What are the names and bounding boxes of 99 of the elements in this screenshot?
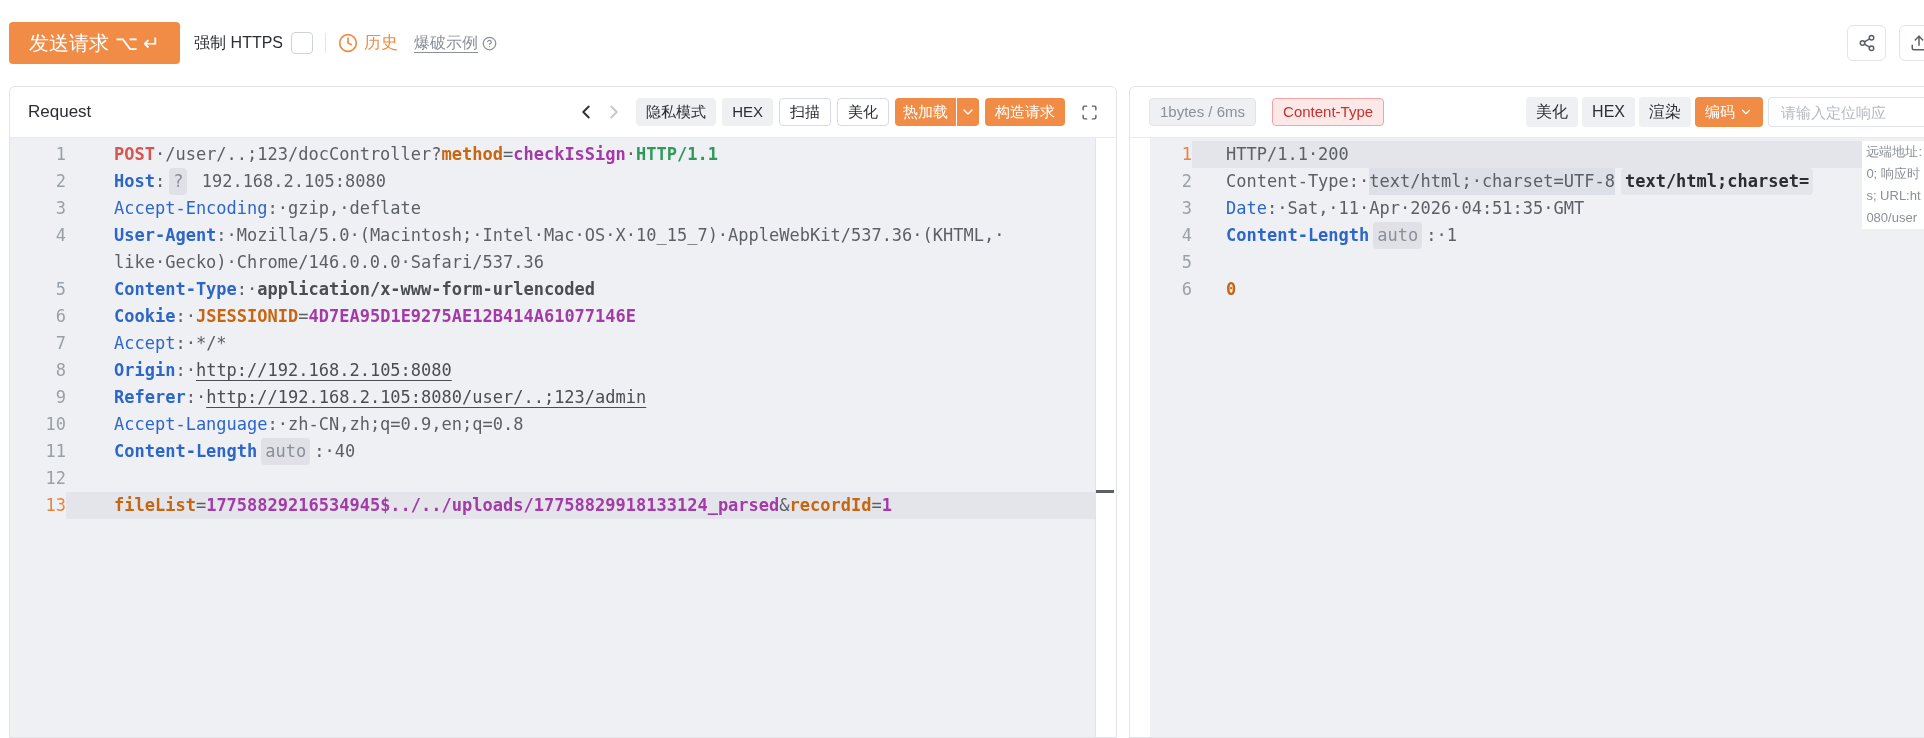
code-text: :· (185, 386, 207, 409)
content-type-tag[interactable]: Content-Type (1272, 98, 1385, 126)
info-text: 080/user (1866, 209, 1918, 227)
share-button[interactable] (1847, 25, 1886, 61)
scroll-position-marker (1096, 490, 1114, 493)
header-name: Date (1226, 197, 1267, 220)
code-text: :·gzip,·deflate (267, 197, 422, 220)
line-number: 2 (54, 170, 66, 193)
code-text: Content-Type:· (1226, 170, 1370, 193)
line-number: 13 (44, 494, 66, 517)
header-name: Cookie (114, 305, 176, 328)
clock-icon (338, 33, 358, 53)
line-number: 11 (44, 440, 66, 463)
header-value: application/x-www-form-urlencoded (257, 278, 596, 301)
line-number: 3 (1180, 197, 1192, 220)
code-text: · (625, 143, 637, 166)
code-text: = (298, 305, 309, 328)
line-number: 6 (54, 305, 66, 328)
line-number: 9 (54, 386, 66, 409)
inline-hint: text/html;charset= (1620, 168, 1814, 195)
code-text: ·/user/..;123/docController? (154, 143, 442, 166)
param-value: 17758829216534945$../../uploads/17758829918133124_parsed (206, 494, 780, 517)
code-text: = (195, 494, 207, 517)
fullscreen-icon[interactable] (1081, 103, 1098, 121)
upload-icon (1909, 34, 1924, 52)
protocol-version: HTTP/1.1 (636, 143, 718, 166)
line-number: 1 (54, 143, 66, 166)
code-text: HTTP/1.1·200 (1226, 143, 1349, 166)
code-text: :· (236, 278, 258, 301)
line-number: 4 (54, 224, 66, 247)
help-icon[interactable] (482, 35, 497, 51)
code-text: :·Sat,·11·Apr·2026·04:51:35·GMT (1266, 197, 1585, 220)
code-text: :·1 (1426, 224, 1457, 247)
code-text: = (502, 143, 514, 166)
line-number: 5 (54, 278, 66, 301)
force-https-checkbox[interactable] (291, 32, 313, 54)
param-name: fileList (114, 494, 196, 517)
toolbar-button[interactable]: 渲染 (1639, 97, 1691, 127)
line-number: 6 (1180, 278, 1192, 301)
scrollbar-track[interactable] (1095, 138, 1116, 737)
url-link[interactable]: http://192.168.2.105:8080 (195, 357, 452, 384)
line-number: 7 (54, 332, 66, 355)
header-name: User-Agent (114, 224, 217, 247)
body-value: 0 (1226, 278, 1237, 301)
header-name: Referer (114, 386, 186, 409)
line-number: 10 (44, 413, 66, 436)
code-text: :·zh-CN,zh;q=0.9,en;q=0.8 (267, 413, 524, 436)
inline-hint: auto (261, 438, 311, 465)
inline-hint: ? (169, 168, 188, 195)
param-name: method (441, 143, 503, 166)
header-name: Content-Length (114, 440, 258, 463)
line-number: 5 (1180, 251, 1192, 274)
code-text: : (154, 170, 166, 193)
header-value: text/html;·charset=UTF-8 (1369, 168, 1615, 195)
toolbar-button[interactable]: 美化 (1526, 97, 1579, 127)
code-text: :·Mozilla/5.0·(Macintosh;·Intel·Mac·OS·X·10_15_7)·AppleWebKit/537.36·(KHTML,· (216, 224, 1005, 247)
header-name: Host (114, 170, 155, 193)
line-number: 1 (1180, 143, 1192, 166)
code-text: :·40 (314, 440, 356, 463)
param-value: 1 (881, 494, 892, 517)
info-text: 远端地址: (1866, 143, 1922, 161)
line-number: 12 (44, 467, 66, 490)
code-text: like·Gecko)·Chrome/146.0.0.0·Safari/537.36 (114, 251, 544, 274)
line-number: 4 (1180, 224, 1192, 247)
inline-hint: auto (1373, 222, 1423, 249)
code-text: :· (175, 359, 196, 382)
code-text: 192.168.2.105:8080 (200, 170, 386, 193)
code-text: :· (175, 305, 196, 328)
param-value: checkIsSign (513, 143, 626, 166)
code-text: & (779, 494, 790, 517)
panel-title: Request (28, 101, 92, 124)
share-icon (1857, 34, 1876, 52)
header-name: Content-Type (114, 278, 237, 301)
code-text: :·*/* (175, 332, 227, 355)
toolbar-button[interactable]: 美化 (837, 98, 889, 126)
response-stats: 1bytes / 6ms (1149, 98, 1257, 126)
http-method: POST (114, 143, 155, 166)
line-number: 8 (54, 359, 66, 382)
toolbar-button[interactable]: HEX (722, 98, 773, 126)
toolbar-button[interactable]: HEX (1582, 97, 1635, 127)
header-name: Accept-Language (114, 413, 268, 436)
search-field[interactable]: 请输入定位响应 (1768, 97, 1924, 127)
header-name: Accept (114, 332, 176, 355)
info-text: s; URL:ht (1866, 187, 1922, 205)
param-name: recordId (789, 494, 872, 517)
header-name: Origin (114, 359, 176, 382)
dropdown-button[interactable] (957, 98, 979, 126)
toolbar-button[interactable]: 扫描 (779, 98, 831, 126)
toolbar-button[interactable]: 隐私模式 (636, 98, 717, 126)
line-number: 3 (54, 197, 66, 220)
param-value: 4D7EA95D1E9275AE12B414A61077146E (308, 305, 637, 328)
force-https-label: 强制 HTTPS (194, 33, 283, 53)
param-name: JSESSIONID (195, 305, 299, 328)
header-name: Content-Length (1226, 224, 1370, 247)
line-number: 2 (1180, 170, 1192, 193)
info-text: 0; 响应时 (1866, 165, 1921, 183)
url-link[interactable]: http://192.168.2.105:8080/user/..;123/admin (206, 384, 647, 411)
code-text: = (871, 494, 882, 517)
header-name: Accept-Encoding (114, 197, 268, 220)
